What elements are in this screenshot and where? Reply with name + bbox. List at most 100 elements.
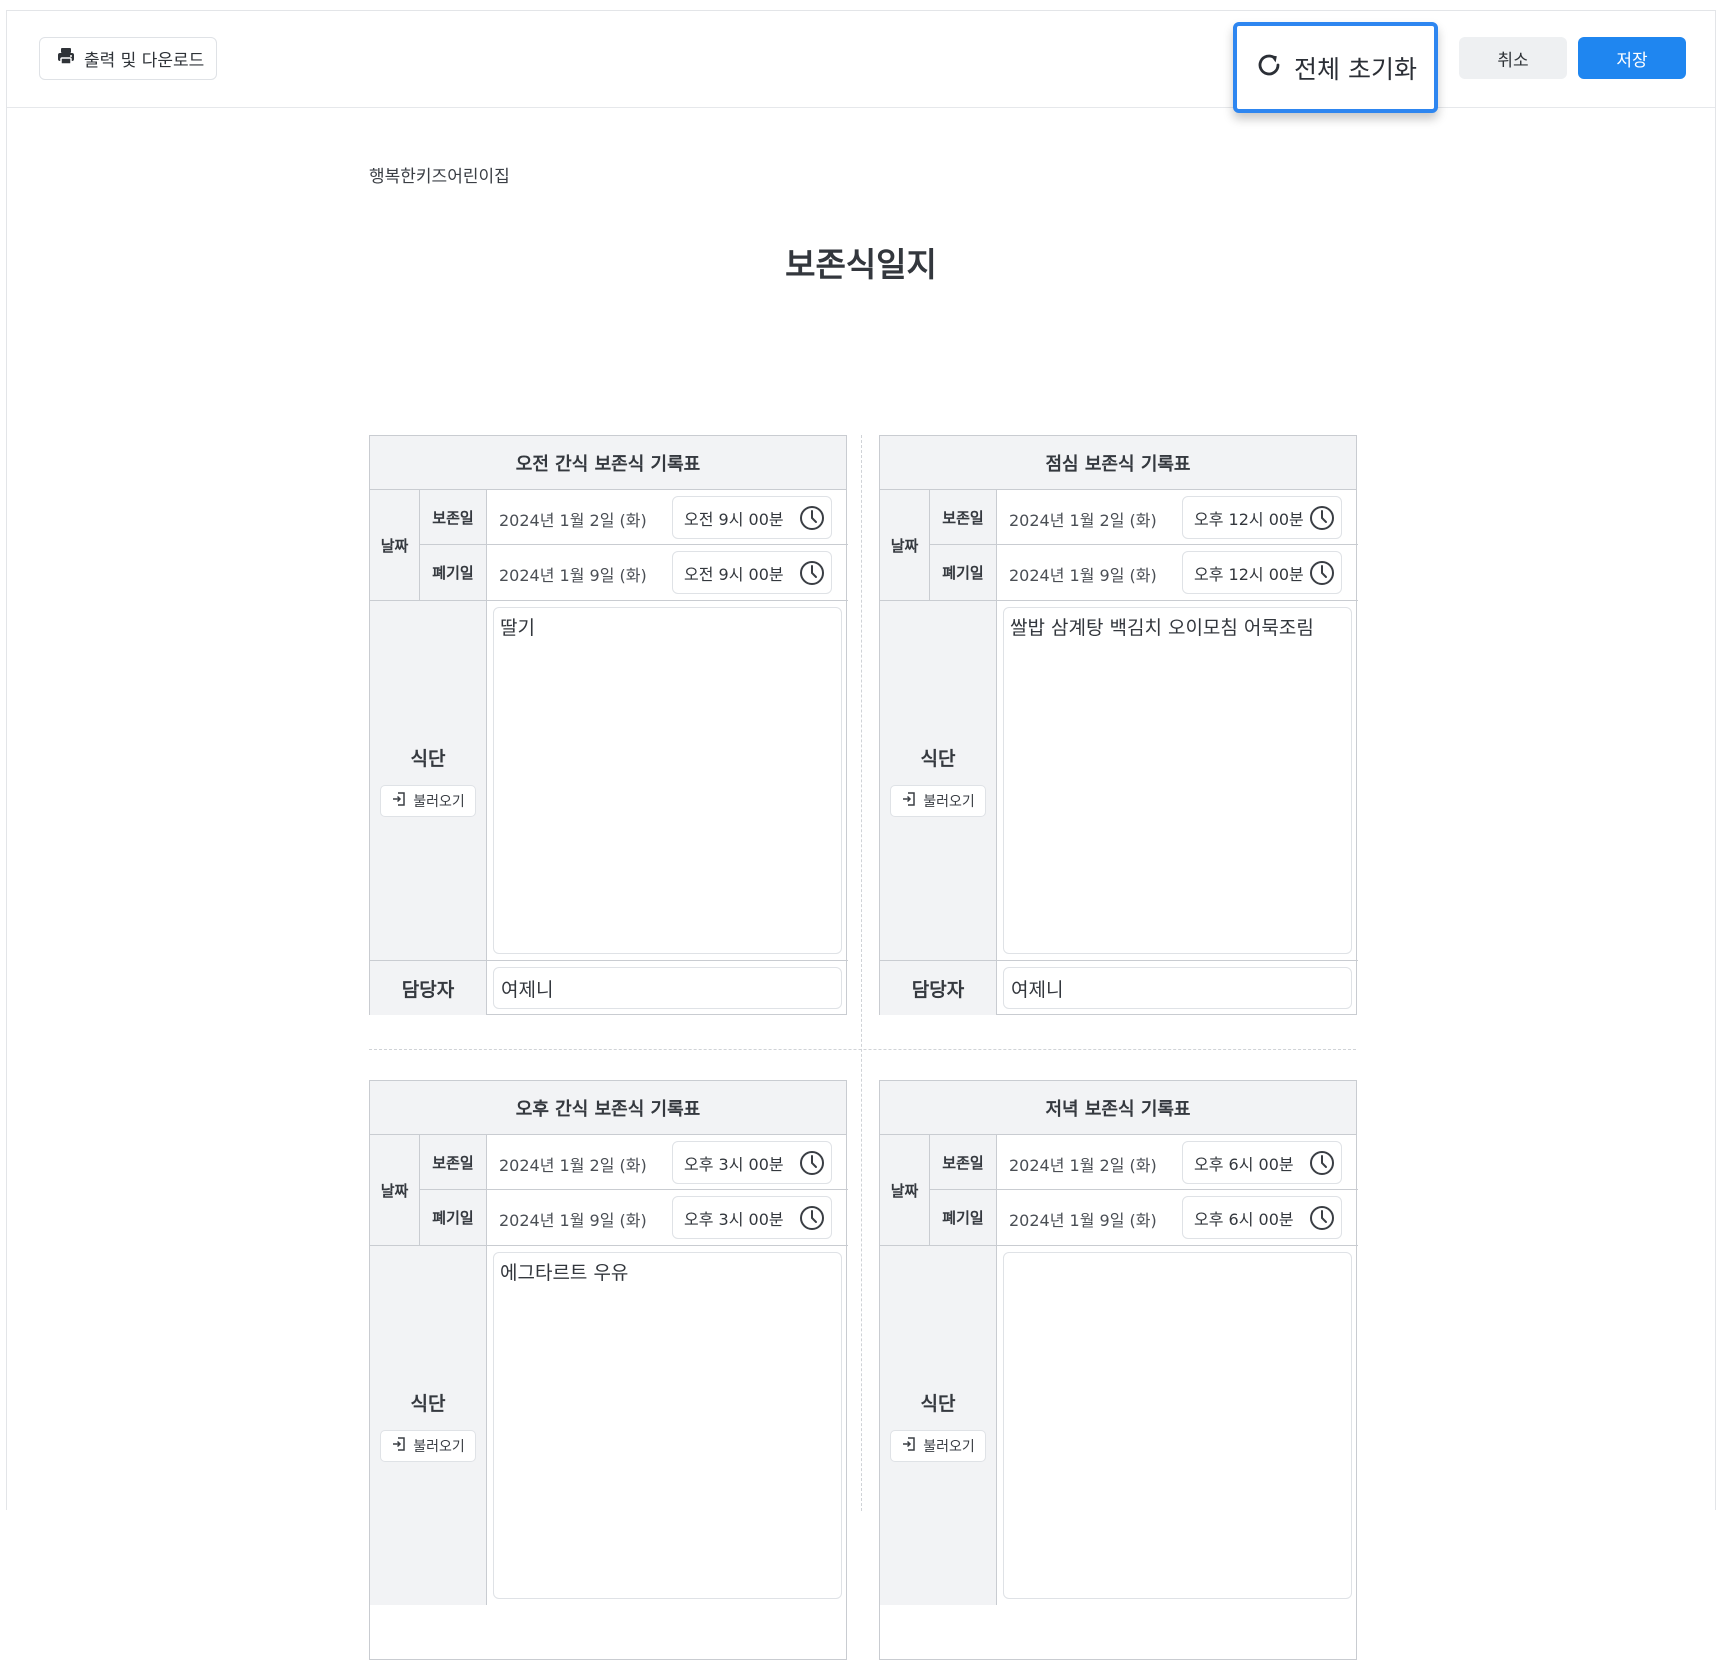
reset-all-label: 전체 초기화 [1294,54,1417,84]
stored-date-value[interactable]: 2024년 1월 2일 (화) [1009,1152,1157,1176]
manager-label: 담당자 [370,960,487,1015]
refresh-icon [1254,50,1284,86]
record-card-lunch: 점심 보존식 기록표 날짜 보존일 폐기일 2024년 1월 2일 (화) 오후… [879,435,1358,1015]
clock-icon [1309,560,1335,590]
menu-label: 식단 [410,1393,446,1415]
menu-cell: 에그타르트 우유 [487,1245,848,1605]
page-frame: 출력 및 다운로드 전체 초기화 취소 저장 행복한키즈어린이집 보존식일지 오… [6,10,1716,1660]
menu-label: 식단 [410,748,446,770]
menu-label-cell: 식단 불러오기 [880,1245,997,1605]
discard-date-value[interactable]: 2024년 1월 9일 (화) [1009,562,1157,586]
discard-time-picker[interactable]: 오후 12시 00분 [1182,551,1342,594]
discard-time-picker[interactable]: 오후 3시 00분 [672,1196,832,1239]
record-card-dinner: 저녁 보존식 기록표 날짜 보존일 폐기일 2024년 1월 2일 (화) 오후… [879,1080,1358,1660]
discard-time-value: 오전 9시 00분 [684,564,784,584]
discard-date-label: 폐기일 [930,1190,997,1245]
menu-label-cell: 식단 불러오기 [370,1245,487,1605]
import-icon [901,1436,917,1456]
stored-date-value[interactable]: 2024년 1월 2일 (화) [499,1152,647,1176]
page-title: 보존식일지 [785,245,937,284]
card-title: 오후 간식 보존식 기록표 [370,1081,846,1135]
stored-time-picker[interactable]: 오후 12시 00분 [1182,496,1342,539]
discard-time-picker[interactable]: 오전 9시 00분 [672,551,832,594]
discard-date-value[interactable]: 2024년 1월 9일 (화) [499,1207,647,1231]
row-divider [369,1049,1356,1050]
discard-time-picker[interactable]: 오후 6시 00분 [1182,1196,1342,1239]
discard-time-value: 오후 12시 00분 [1194,564,1304,584]
date-group-label: 날짜 [370,1135,420,1245]
stored-date-label: 보존일 [930,1135,997,1190]
stored-date-label: 보존일 [930,490,997,545]
menu-textarea[interactable]: 딸기 [493,607,842,954]
manager-label: 담당자 [880,960,997,1015]
stored-time-picker[interactable]: 오전 9시 00분 [672,496,832,539]
stored-date-row: 2024년 1월 2일 (화) 오후 3시 00분 [487,1135,848,1190]
stored-date-row: 2024년 1월 2일 (화) 오후 12시 00분 [997,490,1358,545]
clock-icon [799,560,825,590]
record-card-morning-snack: 오전 간식 보존식 기록표 날짜 보존일 폐기일 2024년 1월 2일 (화)… [369,435,848,1015]
date-group-label: 날짜 [370,490,420,600]
stored-date-value[interactable]: 2024년 1월 2일 (화) [1009,507,1157,531]
stored-date-value[interactable]: 2024년 1월 2일 (화) [499,507,647,531]
import-icon [391,1436,407,1456]
discard-date-label: 폐기일 [420,1190,487,1245]
manager-input[interactable]: 여제니 [1003,967,1352,1009]
card-title: 저녁 보존식 기록표 [880,1081,1356,1135]
stored-date-row: 2024년 1월 2일 (화) 오후 6시 00분 [997,1135,1358,1190]
discard-date-row: 2024년 1월 9일 (화) 오후 3시 00분 [487,1190,848,1245]
load-menu-button[interactable]: 불러오기 [380,1430,476,1462]
stored-time-picker[interactable]: 오후 6시 00분 [1182,1141,1342,1184]
load-menu-button[interactable]: 불러오기 [380,785,476,817]
menu-label: 식단 [920,748,956,770]
discard-date-row: 2024년 1월 9일 (화) 오후 12시 00분 [997,545,1358,600]
menu-textarea[interactable] [1003,1252,1352,1599]
discard-date-value[interactable]: 2024년 1월 9일 (화) [1009,1207,1157,1231]
load-menu-button[interactable]: 불러오기 [890,1430,986,1462]
stored-time-picker[interactable]: 오후 3시 00분 [672,1141,832,1184]
stored-date-label: 보존일 [420,1135,487,1190]
stored-time-value: 오전 9시 00분 [684,509,784,529]
stored-date-label: 보존일 [420,490,487,545]
save-label: 저장 [1616,50,1648,71]
column-divider [861,435,862,1511]
discard-date-label: 폐기일 [930,545,997,600]
record-card-afternoon-snack: 오후 간식 보존식 기록표 날짜 보존일 폐기일 2024년 1월 2일 (화)… [369,1080,848,1660]
discard-date-value[interactable]: 2024년 1월 9일 (화) [499,562,647,586]
menu-label-cell: 식단 불러오기 [880,600,997,960]
cancel-button[interactable]: 취소 [1459,37,1567,79]
menu-label-cell: 식단 불러오기 [370,600,487,960]
toolbar: 출력 및 다운로드 전체 초기화 취소 저장 [7,11,1715,113]
stored-time-value: 오후 12시 00분 [1194,509,1304,529]
clock-icon [799,1205,825,1235]
manager-input[interactable]: 여제니 [493,967,842,1009]
stored-time-value: 오후 3시 00분 [684,1154,784,1174]
menu-textarea[interactable]: 에그타르트 우유 [493,1252,842,1599]
clock-icon [1309,1205,1335,1235]
date-group-label: 날짜 [880,1135,930,1245]
load-menu-label: 불러오기 [413,794,465,810]
save-button[interactable]: 저장 [1578,37,1686,79]
stored-date-row: 2024년 1월 2일 (화) 오전 9시 00분 [487,490,848,545]
menu-label: 식단 [920,1393,956,1415]
import-icon [391,791,407,811]
card-title: 오전 간식 보존식 기록표 [370,436,846,490]
print-download-button[interactable]: 출력 및 다운로드 [39,37,217,80]
clock-icon [799,505,825,535]
menu-cell [997,1245,1358,1605]
printer-icon [56,46,76,71]
discard-date-label: 폐기일 [420,545,487,600]
clock-icon [1309,1150,1335,1180]
import-icon [901,791,917,811]
manager-cell: 여제니 [997,960,1358,1015]
menu-cell: 쌀밥 삼계탕 백김치 오이모침 어묵조림 [997,600,1358,960]
discard-time-value: 오후 3시 00분 [684,1209,784,1229]
date-group-label: 날짜 [880,490,930,600]
cancel-label: 취소 [1497,50,1529,71]
discard-date-row: 2024년 1월 9일 (화) 오후 6시 00분 [997,1190,1358,1245]
load-menu-button[interactable]: 불러오기 [890,785,986,817]
stored-time-value: 오후 6시 00분 [1194,1154,1294,1174]
load-menu-label: 불러오기 [923,794,975,810]
reset-all-button[interactable]: 전체 초기화 [1233,22,1438,113]
menu-textarea[interactable]: 쌀밥 삼계탕 백김치 오이모침 어묵조림 [1003,607,1352,954]
load-menu-label: 불러오기 [923,1439,975,1455]
